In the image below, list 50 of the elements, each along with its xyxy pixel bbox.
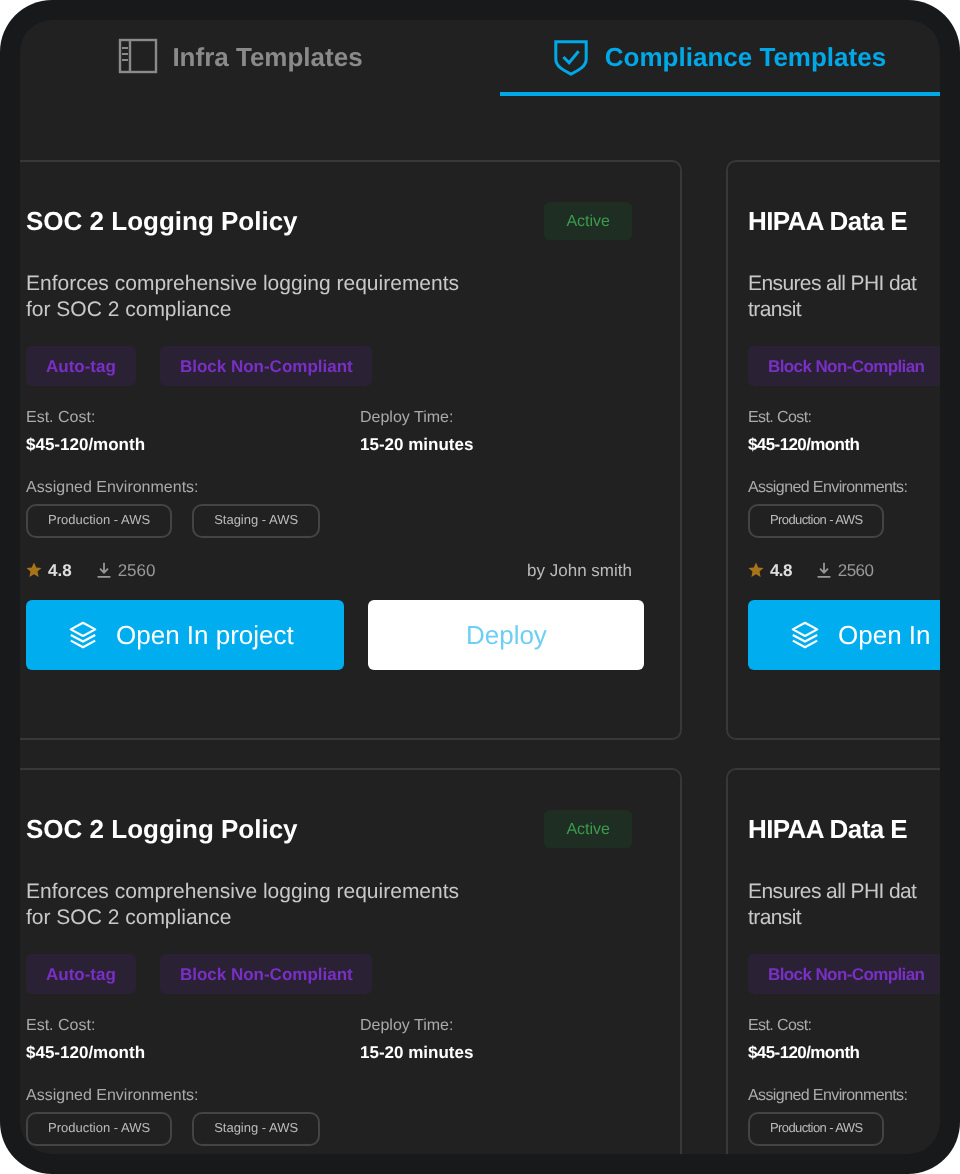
shield-check-icon (552, 37, 591, 75)
download-icon (815, 562, 832, 578)
card-description: Enforces comprehensive logging requirements for SOC 2 compliance (26, 272, 462, 324)
stat-label: Deploy Time: (360, 1016, 456, 1034)
deploy-button[interactable]: Deploy (368, 600, 644, 670)
policy-tag: Auto-tag (26, 346, 136, 386)
open-in-project-button[interactable]: Open In (748, 600, 940, 670)
stat-label: Deploy Time: (360, 408, 456, 426)
stat-label: Est. Cost: (26, 1016, 98, 1034)
stat-value: $45-120/month (26, 434, 148, 454)
author: by John smith (527, 560, 632, 580)
card-title: HIPAA Data E (748, 813, 907, 843)
card-description: Ensures all PHI dat transit (748, 272, 919, 324)
layers-icon (68, 620, 98, 650)
notebook-icon (118, 38, 159, 74)
layers-icon (790, 620, 820, 650)
stat-label: Est. Cost: (26, 408, 98, 426)
rating: 4.8 (48, 560, 72, 580)
policy-tag: Block Non-Complian (748, 954, 940, 994)
star-icon (748, 562, 764, 578)
stat-value: $45-120/month (748, 434, 860, 454)
policy-tag: Block Non-Complian (748, 346, 940, 386)
stat-label: Est. Cost: (748, 1016, 814, 1034)
environments-label: Assigned Environments: (748, 478, 910, 496)
open-in-project-button[interactable]: Open In project (26, 600, 345, 670)
download-count: 2560 (837, 560, 874, 580)
card-title: SOC 2 Logging Policy (26, 205, 298, 235)
card-description: Ensures all PHI dat transit (748, 880, 919, 932)
environments-label: Assigned Environments: (26, 1086, 201, 1104)
environments-label: Assigned Environments: (748, 1086, 910, 1104)
download-count: 2560 (117, 560, 156, 580)
stat-value: $45-120/month (26, 1042, 148, 1062)
card-description: Enforces comprehensive logging requirements for SOC 2 compliance (26, 880, 462, 932)
stat-value: 15-20 minutes (360, 1042, 474, 1062)
status-badge: Active (544, 201, 632, 239)
star-icon (26, 562, 42, 578)
rating: 4.8 (770, 560, 792, 580)
status-badge: Active (544, 809, 632, 847)
policy-tag: Block Non-Compliant (159, 954, 373, 994)
tab[interactable]: Compliance Templates (499, 20, 940, 96)
stat-value: 15-20 minutes (360, 434, 474, 454)
stat-label: Est. Cost: (748, 408, 814, 426)
tab[interactable]: Infra Templates (20, 20, 481, 96)
policy-tag: Auto-tag (26, 954, 136, 994)
download-icon (95, 562, 112, 578)
environments-label: Assigned Environments: (26, 478, 201, 496)
policy-tag: Block Non-Compliant (159, 346, 373, 386)
stat-value: $45-120/month (748, 1042, 860, 1062)
card-title: SOC 2 Logging Policy (26, 813, 298, 843)
card-title: HIPAA Data E (748, 205, 907, 235)
